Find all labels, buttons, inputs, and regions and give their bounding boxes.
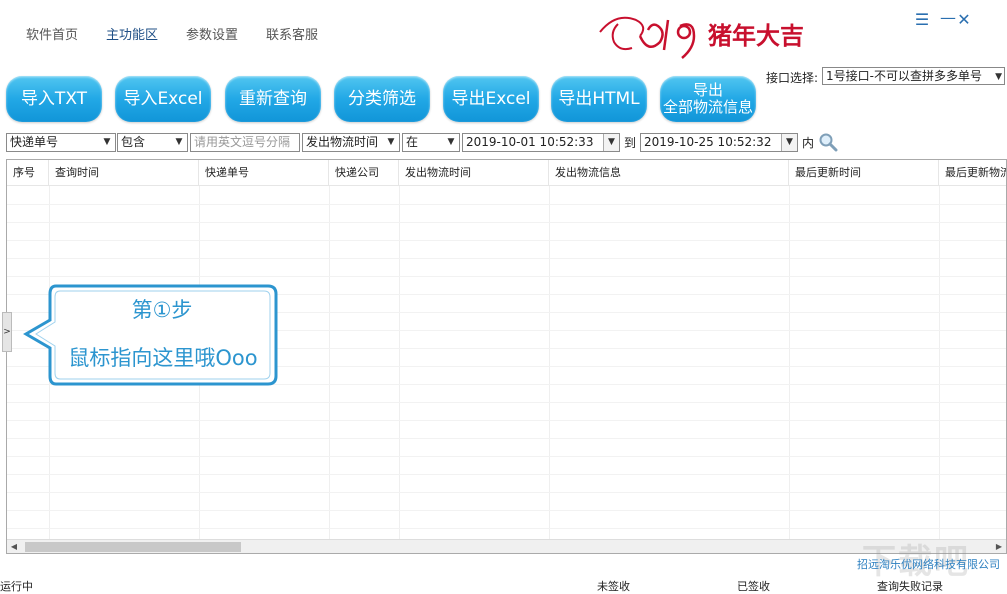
scrollbar-thumb[interactable] (25, 542, 241, 552)
import-txt-button[interactable]: 导入TXT (6, 76, 102, 122)
import-excel-button[interactable]: 导入Excel (115, 76, 211, 122)
export-all-line1: 导出 (692, 81, 723, 99)
col-header-last-update-time[interactable]: 最后更新时间 (789, 160, 939, 186)
export-html-button[interactable]: 导出HTML (551, 76, 647, 122)
requery-button[interactable]: 重新查询 (225, 76, 321, 122)
port-select-value: 1号接口-不可以查拼多多单号 (826, 69, 982, 83)
relation-select[interactable]: 在 ▼ (402, 133, 460, 152)
col-header-index[interactable]: 序号 (7, 160, 49, 186)
table-header: 序号 查询时间 快递单号 快递公司 发出物流时间 发出物流信息 最后更新时间 最… (7, 160, 1006, 186)
end-datetime-picker[interactable]: 2019-10-25 10:52:32 ▼ (640, 133, 798, 152)
chevron-down-icon[interactable]: ▼ (603, 134, 619, 151)
nav-item-home[interactable]: 软件首页 (26, 24, 78, 43)
match-select-value: 包含 (121, 135, 146, 149)
scroll-left-icon[interactable]: ◀ (7, 540, 21, 553)
port-select[interactable]: 1号接口-不可以查拼多多单号 ▼ (822, 67, 1005, 85)
close-icon[interactable]: ✕ (954, 10, 974, 29)
nav-item-support[interactable]: 联系客服 (266, 24, 318, 43)
col-header-courier[interactable]: 快递公司 (329, 160, 399, 186)
chevron-down-icon: ▼ (175, 137, 183, 147)
field-select[interactable]: 快递单号 ▼ (6, 133, 116, 152)
col-header-sent-info[interactable]: 发出物流信息 (549, 160, 789, 186)
tracking-number-input[interactable]: 请用英文逗号分隔 (190, 133, 300, 152)
callout-hint: 鼠标指向这里哦Ooo (68, 346, 258, 370)
grid-line (7, 276, 1006, 277)
callout-step-title: 第①步 (131, 298, 193, 322)
grid-line (7, 240, 1006, 241)
col-header-sent-time[interactable]: 发出物流时间 (399, 160, 549, 186)
time-field-select[interactable]: 发出物流时间 ▼ (302, 133, 400, 152)
chevron-down-icon: ▼ (387, 137, 395, 147)
company-link[interactable]: 招远淘乐优网络科技有限公司 (857, 556, 1000, 572)
col-header-last-update-info[interactable]: 最后更新物流信息 (939, 160, 1006, 186)
menu-icon[interactable]: ☰ (912, 10, 932, 29)
chevron-down-icon: ▼ (103, 137, 111, 147)
category-filter-button[interactable]: 分类筛选 (334, 76, 430, 122)
grid-line (7, 222, 1006, 223)
nav-item-main[interactable]: 主功能区 (106, 24, 158, 43)
within-label: 内 (802, 136, 815, 150)
start-datetime-value: 2019-10-01 10:52:33 (466, 135, 594, 149)
grid-line (7, 438, 1006, 439)
port-label: 接口选择: (766, 71, 819, 85)
grid-line (7, 456, 1006, 457)
svg-text:猪年大吉: 猪年大吉 (708, 22, 804, 50)
nav-item-settings[interactable]: 参数设置 (186, 24, 238, 43)
export-excel-button[interactable]: 导出Excel (443, 76, 539, 122)
grid-line (7, 474, 1006, 475)
top-nav: 软件首页 主功能区 参数设置 联系客服 猪年大吉 ☰ — ✕ (0, 0, 1007, 64)
grid-line (7, 204, 1006, 205)
status-running: 运行中 (0, 580, 33, 593)
col-header-query-time[interactable]: 查询时间 (49, 160, 199, 186)
logo: 猪年大吉 (599, 16, 804, 59)
start-datetime-picker[interactable]: 2019-10-01 10:52:33 ▼ (462, 133, 620, 152)
scroll-right-icon[interactable]: ▶ (992, 540, 1006, 553)
grid-line (7, 510, 1006, 511)
grid-line (7, 492, 1006, 493)
unsigned-count-link[interactable]: 未签收 (597, 578, 630, 594)
grid-line (7, 420, 1006, 421)
relation-value: 在 (406, 135, 419, 149)
end-datetime-value: 2019-10-25 10:52:32 (644, 135, 772, 149)
tracking-number-placeholder: 请用英文逗号分隔 (194, 135, 291, 149)
chevron-down-icon: ▼ (995, 72, 1002, 82)
search-icon[interactable] (818, 132, 838, 152)
export-all-logistics-button[interactable]: 导出 全部物流信息 (660, 76, 756, 122)
chevron-down-icon[interactable]: ▼ (781, 134, 797, 151)
grid-line (7, 258, 1006, 259)
export-all-line2: 全部物流信息 (662, 98, 753, 116)
failed-records-link[interactable]: 查询失败记录 (877, 578, 943, 594)
signed-count-link[interactable]: 已签收 (737, 578, 770, 594)
grid-line (7, 528, 1006, 529)
chevron-down-icon: ▼ (447, 137, 455, 147)
horizontal-scrollbar[interactable]: ◀ ▶ (7, 539, 1006, 553)
side-panel-toggle[interactable]: > (2, 312, 12, 352)
col-header-tracking-number[interactable]: 快递单号 (199, 160, 329, 186)
match-select[interactable]: 包含 ▼ (117, 133, 188, 152)
to-label: 到 (624, 136, 637, 150)
time-field-value: 发出物流时间 (306, 135, 379, 149)
field-select-value: 快递单号 (10, 135, 59, 149)
grid-line (7, 402, 1006, 403)
